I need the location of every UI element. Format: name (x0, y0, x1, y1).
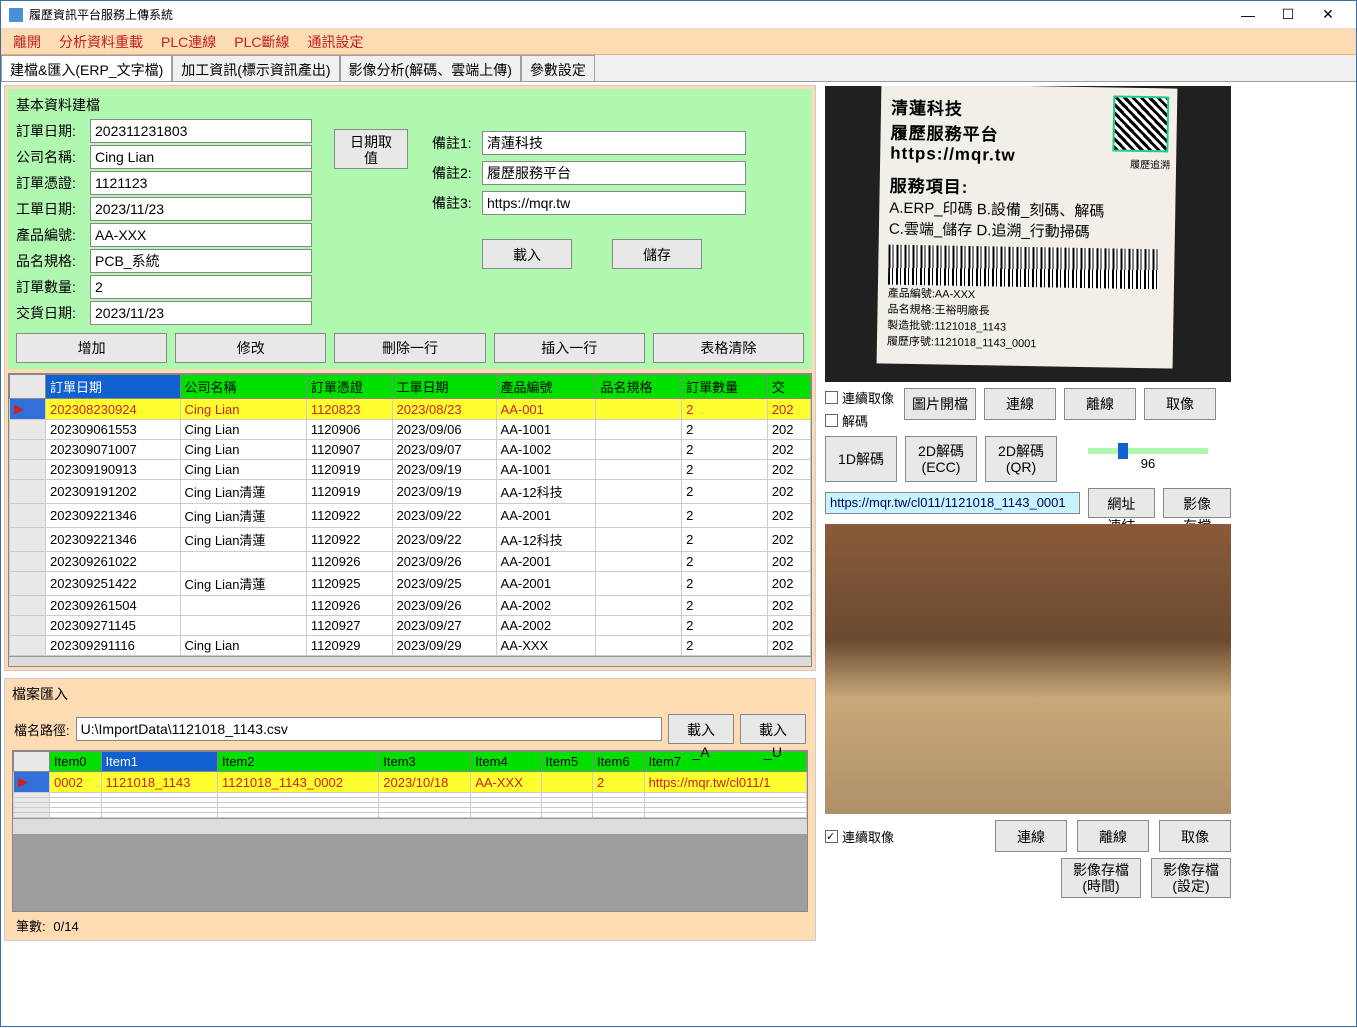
file-import-title: 檔案匯入 (8, 682, 812, 706)
table-row[interactable]: 202309221346Cing Lian清蓮11209222023/09/22… (10, 528, 811, 552)
input-prod-no[interactable] (90, 223, 312, 247)
table-row[interactable]: 202309071007Cing Lian11209072023/09/07AA… (10, 440, 811, 460)
import-grid[interactable]: Item0Item1Item2Item3Item4Item5Item6Item7… (12, 750, 808, 912)
lbl-work-date: 工單日期: (16, 199, 88, 219)
input-note3[interactable] (482, 191, 746, 215)
table-row[interactable]: ▶00021121018_11431121018_1143_00022023/1… (14, 772, 807, 793)
input-qty[interactable] (90, 275, 312, 299)
lbl-order-date: 訂單日期: (16, 121, 88, 141)
load-button[interactable]: 載入 (482, 239, 572, 269)
clear-grid-button[interactable]: 表格清除 (653, 333, 804, 363)
open-image-button[interactable]: 圖片開檔 (904, 388, 976, 420)
lbl-spec: 品名規格: (16, 251, 88, 271)
basic-title: 基本資料建檔 (16, 95, 804, 115)
count-label: 筆數: (16, 919, 46, 934)
input-company[interactable] (90, 145, 312, 169)
window-title: 履歷資訊平台服務上傳系統 (29, 6, 1228, 23)
chk-continuous-capture[interactable]: 連續取像 (825, 388, 894, 407)
tab-process-info[interactable]: 加工資訊(標示資訊產出) (172, 55, 339, 81)
table-row[interactable]: 202309291116Cing Lian11209292023/09/29AA… (10, 636, 811, 656)
tab-image-analysis[interactable]: 影像分析(解碼、雲端上傳) (340, 55, 521, 81)
menu-exit[interactable]: 離開 (13, 32, 41, 52)
connect-button-2[interactable]: 連線 (995, 820, 1067, 852)
decode-2d-qr-button[interactable]: 2D解碼 (QR) (985, 436, 1057, 482)
lbl-note2: 備註2: (432, 163, 480, 183)
input-deliver[interactable] (90, 301, 312, 325)
minimize-button[interactable]: — (1228, 2, 1268, 28)
decode-result: https://mqr.tw/cl011/1121018_1143_0001 (825, 492, 1080, 514)
camera-preview-2 (825, 524, 1231, 814)
table-row[interactable]: 202309061553Cing Lian11209062023/09/06AA… (10, 420, 811, 440)
connect-button[interactable]: 連線 (984, 388, 1056, 420)
lbl-note1: 備註1: (432, 133, 480, 153)
date-fetch-button[interactable]: 日期取值 (334, 129, 408, 169)
app-icon (9, 8, 23, 22)
maximize-button[interactable]: ☐ (1268, 2, 1308, 28)
import-grid-scrollbar[interactable] (13, 818, 807, 834)
lbl-prod-no: 產品編號: (16, 225, 88, 245)
table-row[interactable]: ▶202308230924Cing Lian11208232023/08/23A… (10, 399, 811, 420)
table-row[interactable]: 20230926150411209262023/09/26AA-20022202 (10, 596, 811, 616)
menu-plc-disconnect[interactable]: PLC斷線 (234, 32, 289, 52)
table-row[interactable]: 202309190913Cing Lian11209192023/09/19AA… (10, 460, 811, 480)
lbl-company: 公司名稱: (16, 147, 88, 167)
qr-icon (1112, 95, 1169, 152)
lbl-note3: 備註3: (432, 193, 480, 213)
lbl-path: 檔名路徑: (14, 720, 70, 739)
input-spec[interactable] (90, 249, 312, 273)
image-save-setting-button[interactable]: 影像存檔 (設定) (1151, 858, 1231, 898)
main-grid[interactable]: 訂單日期公司名稱訂單憑證工單日期產品編號品名規格訂單數量交▶2023082309… (8, 373, 812, 667)
titlebar: 履歷資訊平台服務上傳系統 — ☐ ✕ (1, 1, 1356, 29)
label-preview: 履歷追溯 清蓮科技 履歷服務平台 https://mqr.tw 服務項目: A.… (825, 86, 1231, 382)
file-import-panel: 檔案匯入 檔名路徑: 載入_A 載入_U Item0Item1Item2Item… (4, 678, 816, 941)
main-grid-scrollbar[interactable] (9, 656, 811, 667)
input-note1[interactable] (482, 131, 746, 155)
decode-2d-ecc-button[interactable]: 2D解碼 (ECC) (905, 436, 977, 482)
table-row[interactable]: 20230926102211209262023/09/26AA-20012202 (10, 552, 811, 572)
lbl-deliver: 交貨日期: (16, 303, 88, 323)
delete-row-button[interactable]: 刪除一行 (334, 333, 485, 363)
count-value: 0/14 (53, 919, 78, 934)
table-row[interactable]: 20230927114511209272023/09/27AA-20022202 (10, 616, 811, 636)
load-a-button[interactable]: 載入_A (668, 714, 734, 744)
capture-button-2[interactable]: 取像 (1159, 820, 1231, 852)
barcode-icon (888, 245, 1159, 290)
disconnect-button-2[interactable]: 離線 (1077, 820, 1149, 852)
url-link-button[interactable]: 網址連結 (1088, 488, 1156, 518)
menu-comm-settings[interactable]: 通訊設定 (307, 32, 363, 52)
qr-caption: 履歷追溯 (1130, 156, 1170, 172)
image-save-button[interactable]: 影像存檔 (1163, 488, 1231, 518)
menu-reload[interactable]: 分析資料重載 (59, 32, 143, 52)
tab-param-settings[interactable]: 參數設定 (521, 55, 595, 81)
tab-build-import[interactable]: 建檔&匯入(ERP_文字檔) (1, 55, 172, 81)
lbl-qty: 訂單數量: (16, 277, 88, 297)
close-button[interactable]: ✕ (1308, 2, 1348, 28)
save-button[interactable]: 儲存 (612, 239, 702, 269)
table-row[interactable]: 202309251422Cing Lian清蓮11209252023/09/25… (10, 572, 811, 596)
tabbar: 建檔&匯入(ERP_文字檔) 加工資訊(標示資訊產出) 影像分析(解碼、雲端上傳… (1, 55, 1356, 82)
chk-continuous-capture-2[interactable]: 連續取像 (825, 827, 894, 846)
menu-plc-connect[interactable]: PLC連線 (161, 32, 216, 52)
table-row[interactable]: 202309191202Cing Lian清蓮11209192023/09/19… (10, 480, 811, 504)
image-save-time-button[interactable]: 影像存檔 (時間) (1061, 858, 1141, 898)
lbl-voucher: 訂單憑證: (16, 173, 88, 193)
input-work-date[interactable] (90, 197, 312, 221)
threshold-slider[interactable] (1088, 448, 1208, 454)
basic-panel: 基本資料建檔 訂單日期: 公司名稱: 訂單憑證: 工單日期: 產品編號: 品名規… (4, 85, 816, 671)
insert-row-button[interactable]: 插入一行 (494, 333, 645, 363)
input-note2[interactable] (482, 161, 746, 185)
chk-decode[interactable]: 解碼 (825, 411, 894, 430)
slider-value: 96 (1141, 456, 1155, 471)
load-u-button[interactable]: 載入_U (740, 714, 806, 744)
capture-button[interactable]: 取像 (1144, 388, 1216, 420)
edit-row-button[interactable]: 修改 (175, 333, 326, 363)
input-order-date[interactable] (90, 119, 312, 143)
table-row[interactable]: 202309221346Cing Lian清蓮11209222023/09/22… (10, 504, 811, 528)
add-row-button[interactable]: 增加 (16, 333, 167, 363)
disconnect-button[interactable]: 離線 (1064, 388, 1136, 420)
decode-1d-button[interactable]: 1D解碼 (825, 436, 897, 482)
input-path[interactable] (76, 717, 662, 741)
menubar: 離開 分析資料重載 PLC連線 PLC斷線 通訊設定 (1, 29, 1356, 55)
input-voucher[interactable] (90, 171, 312, 195)
